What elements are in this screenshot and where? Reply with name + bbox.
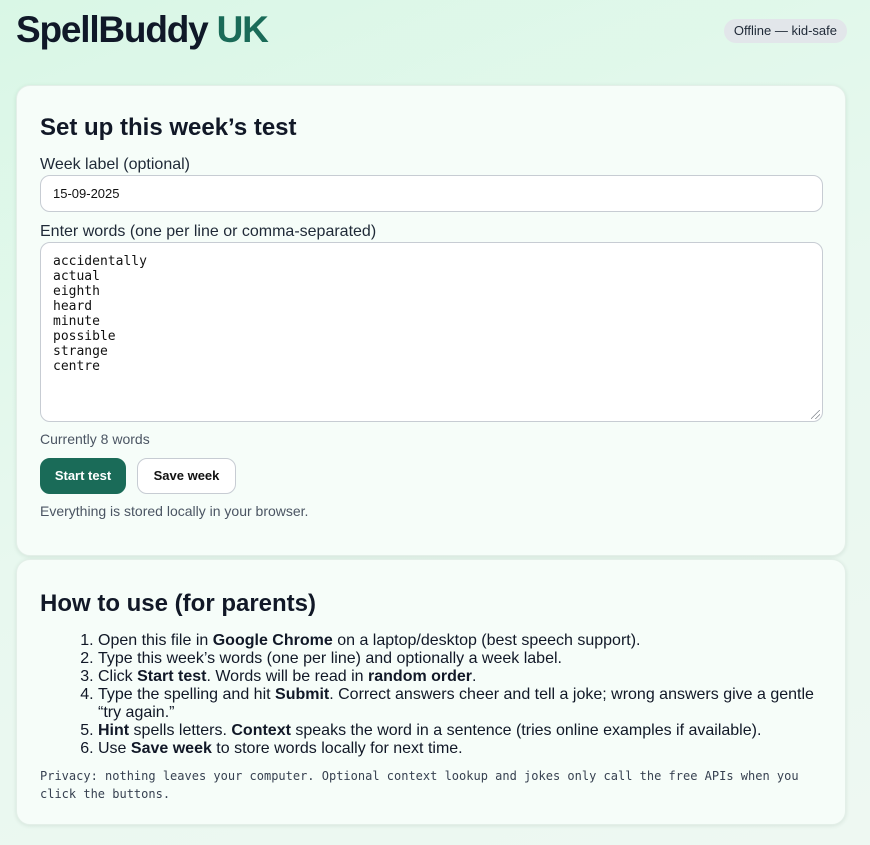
howto-card: How to use (for parents) Open this file … bbox=[16, 559, 846, 825]
step-text: Type this week’s words (one per line) an… bbox=[98, 650, 562, 667]
howto-title: How to use (for parents) bbox=[40, 590, 317, 617]
save-week-button[interactable]: Save week bbox=[137, 458, 236, 494]
step-text: . bbox=[472, 668, 477, 685]
resize-grip-icon[interactable] bbox=[811, 410, 820, 419]
privacy-note: Privacy: nothing leaves your computer. O… bbox=[40, 769, 799, 801]
word-line: minute bbox=[53, 314, 100, 329]
step-text: Click bbox=[98, 668, 138, 685]
week-label-input[interactable]: 15-09-2025 bbox=[40, 175, 823, 212]
step-text: on a laptop/desktop (best speech support… bbox=[332, 632, 641, 649]
howto-step: Type this week’s words (one per line) an… bbox=[98, 650, 818, 668]
words-list: accidentally actual eighth heard minute possi… bbox=[53, 254, 810, 374]
howto-step: Type the spelling and hit Submit. Correc… bbox=[98, 686, 818, 722]
app-logo: SpellBuddy UK bbox=[16, 8, 269, 52]
word-line: accidentally bbox=[53, 254, 147, 269]
setup-card: Set up this week’s test Week label (opti… bbox=[16, 85, 846, 556]
step-emphasis: random order bbox=[368, 668, 473, 685]
word-line: heard bbox=[53, 299, 93, 314]
setup-title: Set up this week’s test bbox=[40, 114, 297, 141]
start-test-button[interactable]: Start test bbox=[40, 458, 126, 494]
words-textarea[interactable]: accidentally actual eighth heard minute possi… bbox=[40, 242, 823, 422]
status-badge: Offline — kid-safe bbox=[723, 19, 847, 43]
app-header: SpellBuddy UK Offline — kid-safe bbox=[16, 8, 847, 52]
words-caption: Enter words (one per line or comma-separ… bbox=[40, 223, 377, 240]
step-text: speaks the word in a sentence (tries onl… bbox=[290, 722, 762, 739]
word-count: Currently 8 words bbox=[40, 431, 150, 447]
word-line: eighth bbox=[53, 284, 100, 299]
word-line: actual bbox=[53, 269, 100, 284]
step-text: to store words locally for next time. bbox=[211, 740, 463, 757]
storage-note: Everything is stored locally in your bro… bbox=[40, 503, 309, 519]
howto-step: Hint spells letters. Context speaks the … bbox=[98, 722, 818, 740]
brand-name: SpellBuddy bbox=[16, 9, 209, 50]
howto-steps: Open this file in Google Chrome on a lap… bbox=[98, 632, 818, 758]
step-emphasis: Submit bbox=[275, 686, 330, 703]
step-text: Use bbox=[98, 740, 131, 757]
word-line: centre bbox=[53, 359, 100, 374]
word-line: possible bbox=[53, 329, 116, 344]
step-emphasis: Start test bbox=[137, 668, 207, 685]
step-text: Open this file in bbox=[98, 632, 213, 649]
step-emphasis: Hint bbox=[98, 722, 130, 739]
howto-step: Click Start test. Words will be read in … bbox=[98, 668, 818, 686]
howto-step: Use Save week to store words locally for… bbox=[98, 740, 818, 758]
howto-step: Open this file in Google Chrome on a lap… bbox=[98, 632, 818, 650]
step-text: . Words will be read in bbox=[206, 668, 369, 685]
step-text: spells letters. bbox=[129, 722, 232, 739]
week-label-caption: Week label (optional) bbox=[40, 156, 191, 173]
step-text: Type the spelling and hit bbox=[98, 686, 276, 703]
word-line: strange bbox=[53, 344, 108, 359]
step-emphasis: Save week bbox=[130, 740, 212, 757]
step-emphasis: Context bbox=[231, 722, 291, 739]
brand-accent: UK bbox=[216, 9, 269, 50]
step-emphasis: Google Chrome bbox=[212, 632, 333, 649]
